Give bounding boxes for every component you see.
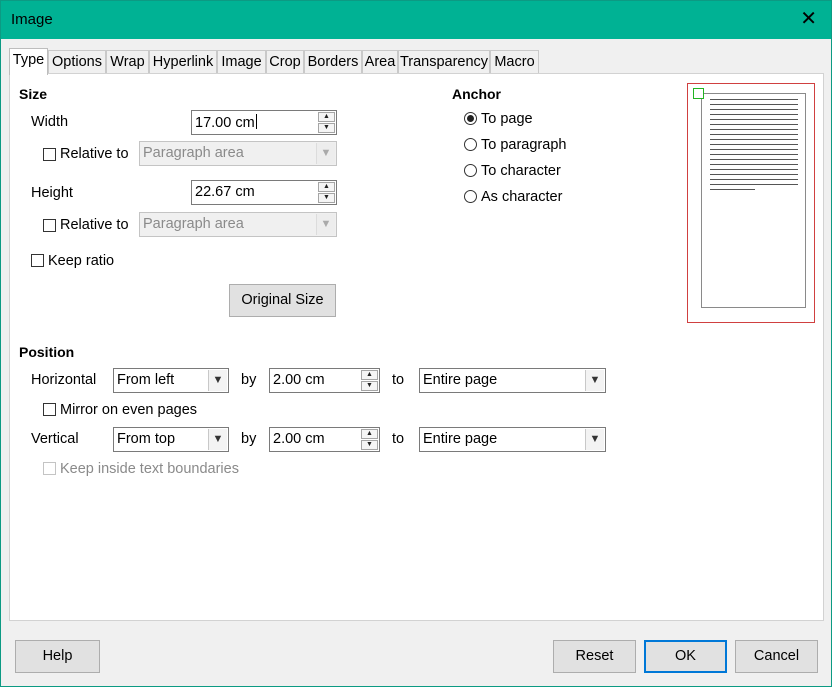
chevron-down-icon[interactable]: ▼ <box>361 381 378 391</box>
position-heading: Position <box>19 344 75 360</box>
horizontal-to-select[interactable]: Entire page ▼ <box>419 368 606 393</box>
size-heading: Size <box>19 86 48 102</box>
chevron-down-icon[interactable]: ▼ <box>318 193 335 203</box>
chevron-down-icon[interactable]: ▼ <box>585 429 604 450</box>
tab-hyperlink[interactable]: Hyperlink <box>149 50 217 74</box>
height-relative-checkbox[interactable] <box>43 219 56 232</box>
horizontal-by-label: by <box>241 372 257 388</box>
chevron-down-icon[interactable]: ▼ <box>208 429 227 450</box>
chevron-down-icon: ▼ <box>316 214 335 235</box>
chevron-down-icon[interactable]: ▼ <box>585 370 604 391</box>
width-value: 17.00 cm <box>195 114 257 131</box>
anchor-to-page-radio[interactable] <box>464 112 477 125</box>
tab-macro[interactable]: Macro <box>490 50 539 74</box>
window-title: Image <box>11 11 53 28</box>
cancel-button[interactable]: Cancel <box>735 640 818 673</box>
anchor-as-character-radio[interactable] <box>464 190 477 203</box>
ok-button[interactable]: OK <box>644 640 727 673</box>
anchor-as-character-label: As character <box>481 189 563 205</box>
chevron-up-icon[interactable]: ▲ <box>361 370 378 380</box>
width-relative-checkbox[interactable] <box>43 148 56 161</box>
chevron-up-icon[interactable]: ▲ <box>318 182 335 192</box>
chevron-down-icon: ▼ <box>316 143 335 164</box>
horizontal-select[interactable]: From left ▼ <box>113 368 229 393</box>
vertical-by-label: by <box>241 431 257 447</box>
anchor-preview <box>687 83 815 323</box>
keep-inside-boundaries-checkbox <box>43 462 56 475</box>
tab-wrap[interactable]: Wrap <box>106 50 149 74</box>
vertical-select[interactable]: From top ▼ <box>113 427 229 452</box>
anchor-heading: Anchor <box>452 86 501 102</box>
anchor-marker-icon <box>693 88 704 99</box>
anchor-to-paragraph-label: To paragraph <box>481 137 567 153</box>
tab-crop[interactable]: Crop <box>266 50 304 74</box>
vertical-by-spinbox[interactable]: 2.00 cm ▲ ▼ <box>269 427 380 452</box>
tab-options[interactable]: Options <box>48 50 106 74</box>
title-bar: Image ✕ <box>1 1 831 39</box>
tab-borders[interactable]: Borders <box>304 50 362 74</box>
vertical-to-select[interactable]: Entire page ▼ <box>419 427 606 452</box>
height-relative-label: Relative to <box>60 217 129 233</box>
width-label: Width <box>31 114 69 130</box>
height-label: Height <box>31 185 73 201</box>
chevron-down-icon[interactable]: ▼ <box>361 440 378 450</box>
chevron-up-icon[interactable]: ▲ <box>361 429 378 439</box>
page-preview <box>701 93 806 308</box>
image-dialog: Image ✕ Type Options Wrap Hyperlink Imag… <box>0 0 832 687</box>
horizontal-by-spinbox[interactable]: 2.00 cm ▲ ▼ <box>269 368 380 393</box>
original-size-button[interactable]: Original Size <box>229 284 336 317</box>
anchor-to-character-radio[interactable] <box>464 164 477 177</box>
chevron-up-icon[interactable]: ▲ <box>318 112 335 122</box>
tab-transparency[interactable]: Transparency <box>398 50 490 74</box>
tab-type[interactable]: Type <box>9 48 48 75</box>
keep-inside-boundaries-label: Keep inside text boundaries <box>60 461 239 477</box>
vertical-to-label: to <box>392 431 405 447</box>
horizontal-to-label: to <box>392 372 405 388</box>
horizontal-label: Horizontal <box>31 372 97 388</box>
vertical-label: Vertical <box>31 431 79 447</box>
anchor-to-page-label: To page <box>481 111 533 127</box>
mirror-even-pages-checkbox[interactable] <box>43 403 56 416</box>
reset-button[interactable]: Reset <box>553 640 636 673</box>
mirror-even-pages-label: Mirror on even pages <box>60 402 198 418</box>
width-relative-select: Paragraph area ▼ <box>139 141 337 166</box>
keep-ratio-checkbox[interactable] <box>31 254 44 267</box>
tab-image[interactable]: Image <box>217 50 266 74</box>
height-relative-select: Paragraph area ▼ <box>139 212 337 237</box>
chevron-down-icon[interactable]: ▼ <box>208 370 227 391</box>
keep-ratio-label: Keep ratio <box>48 253 115 269</box>
anchor-to-paragraph-radio[interactable] <box>464 138 477 151</box>
close-icon[interactable]: ✕ <box>800 9 817 29</box>
width-relative-label: Relative to <box>60 146 129 162</box>
anchor-to-character-label: To character <box>481 163 561 179</box>
height-spinbox[interactable]: 22.67 cm ▲ ▼ <box>191 180 337 205</box>
chevron-down-icon[interactable]: ▼ <box>318 123 335 133</box>
width-spinbox[interactable]: 17.00 cm ▲ ▼ <box>191 110 337 135</box>
help-button[interactable]: Help <box>15 640 100 673</box>
tab-area[interactable]: Area <box>362 50 398 74</box>
